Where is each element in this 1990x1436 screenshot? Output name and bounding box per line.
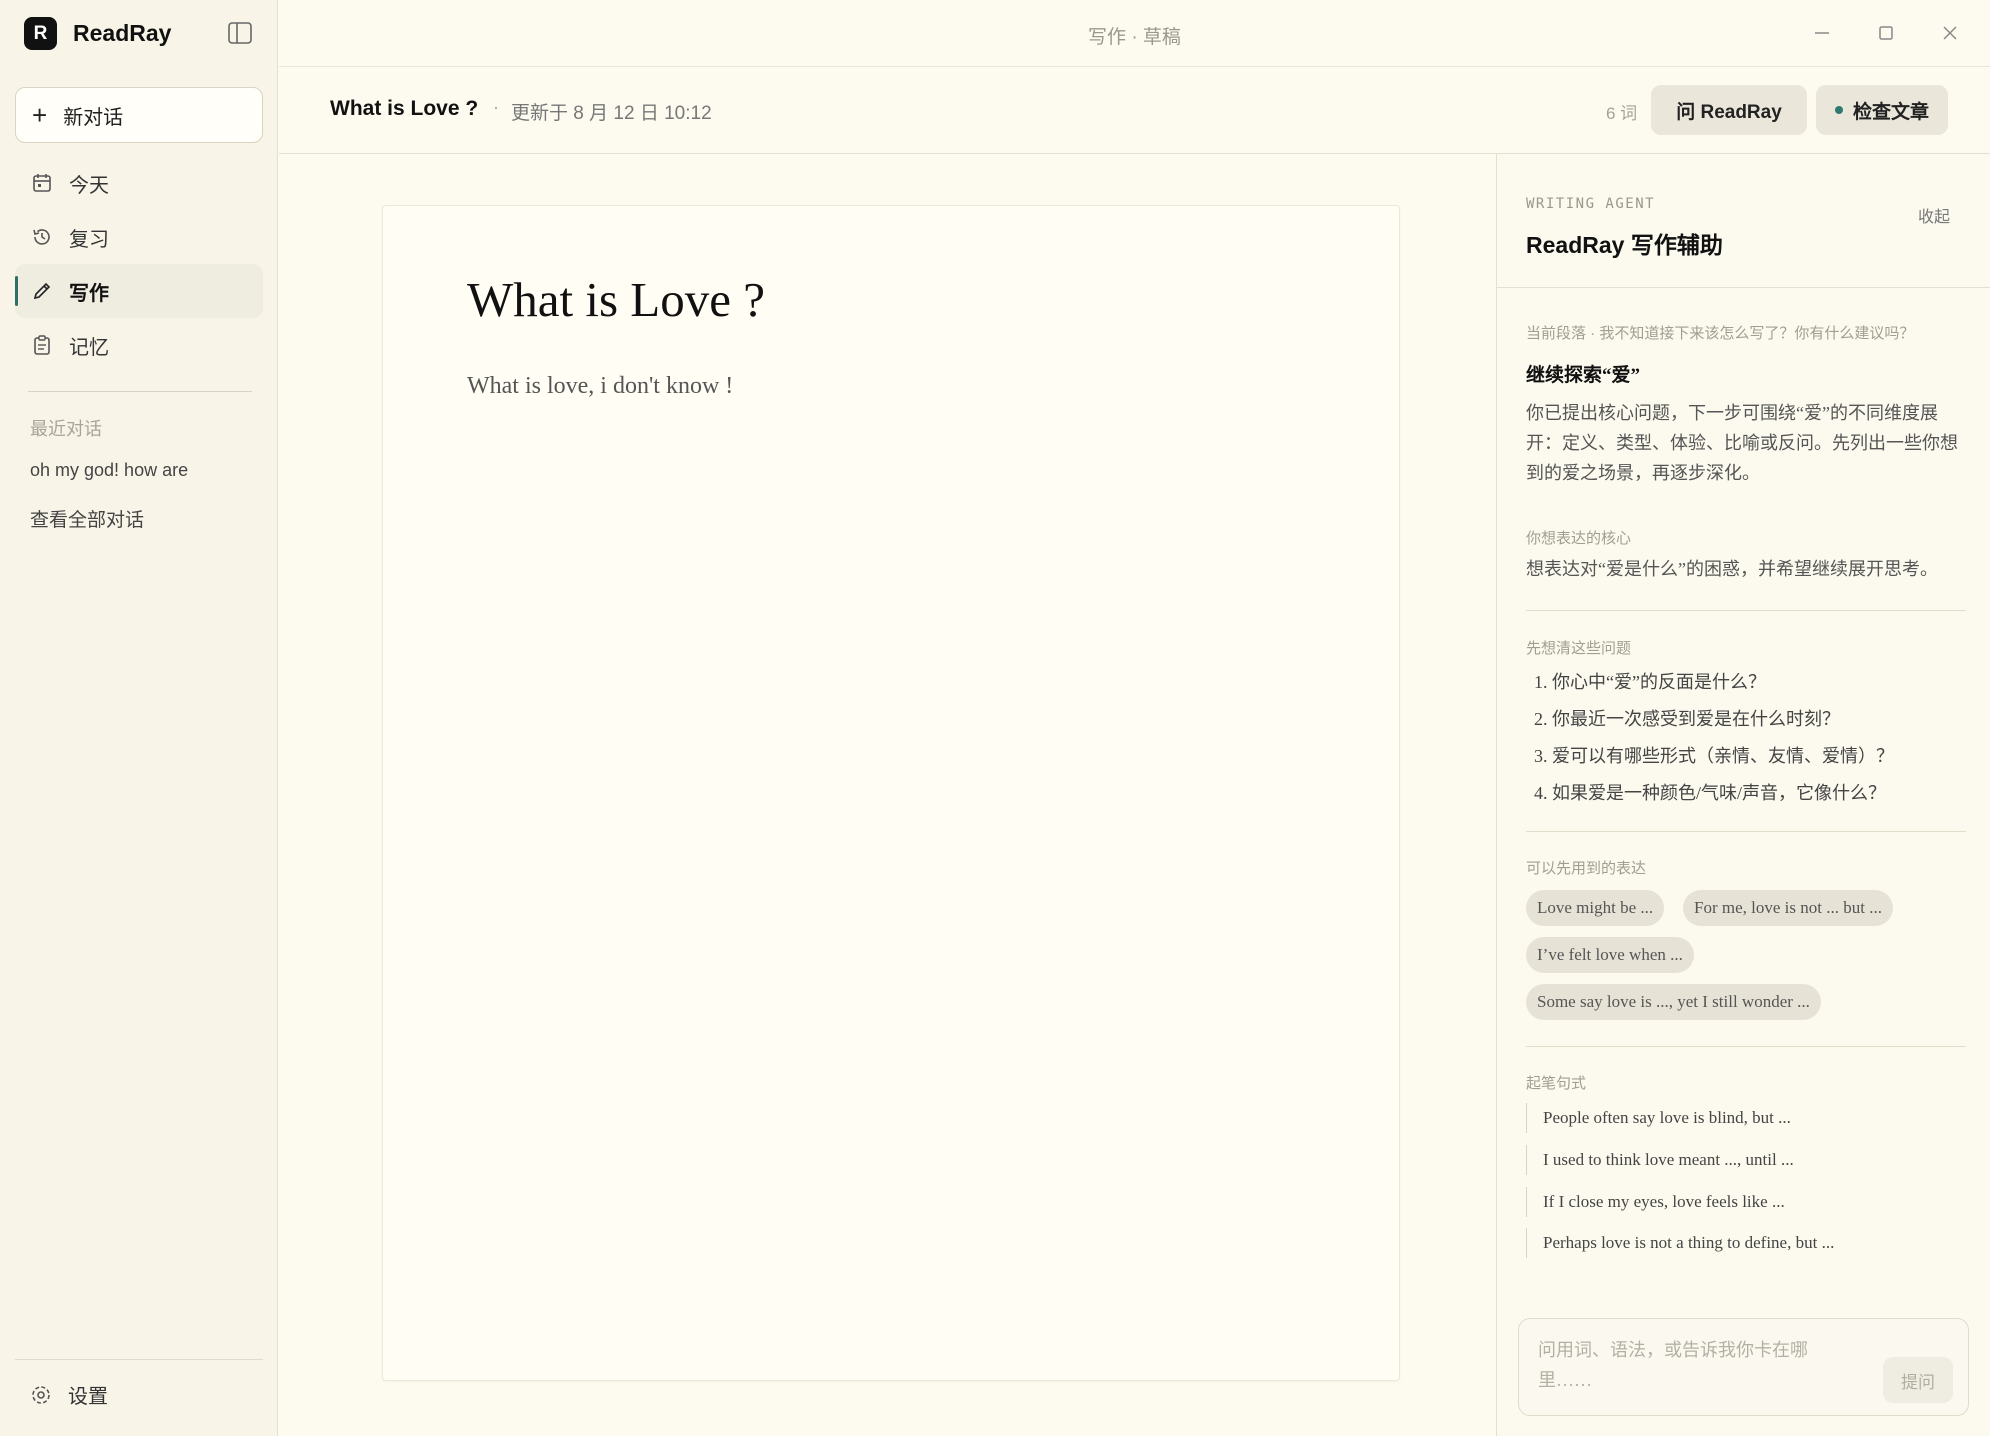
nav-label: 复习 [69,228,109,251]
app-name: ReadRay [73,20,172,46]
expression-chip[interactable]: I’ve felt love when ... [1526,937,1694,973]
expressions-label: 可以先用到的表达 [1526,860,1647,877]
last-updated: 更新于 8 月 12 日 10:12 [511,103,712,124]
editor-title[interactable]: What is Love ? [467,271,765,328]
starter-item[interactable]: If I close my eyes, love feels like ... [1526,1187,1785,1217]
expression-chip[interactable]: Some say love is ..., yet I still wonder… [1526,984,1821,1020]
check-article-label: 检查文章 [1852,101,1929,123]
nav-label: 记忆 [69,336,109,359]
nav-item-writing[interactable]: 写作 [15,264,263,318]
starter-item[interactable]: I used to think love meant ..., until ..… [1526,1145,1794,1175]
starter-item[interactable]: People often say love is blind, but ... [1526,1103,1791,1133]
sidebar: R ReadRay + 新对话 今天 复习 写作 记忆 最近对话 oh my g… [0,0,278,1436]
panel-divider [1526,831,1966,832]
view-all-chats-link[interactable]: 查看全部对话 [30,505,144,532]
close-icon[interactable] [1937,20,1963,46]
new-chat-label: 新对话 [63,106,124,129]
suggestion-heading: 继续探索“爱” [1526,365,1641,386]
clipboard-icon [31,334,53,356]
title-separator: · [493,97,499,117]
ask-input[interactable] [1536,1333,1850,1407]
settings-label: 设置 [68,1386,108,1408]
question-item: 2. 你最近一次感受到爱是在什么时刻？ [1534,709,1840,729]
ask-readray-button[interactable]: 问 ReadRay [1651,85,1807,135]
window-title: 写作 · 草稿 [1088,27,1181,48]
sidebar-toggle-icon[interactable] [228,22,252,44]
expression-chip[interactable]: Love might be ... [1526,890,1665,926]
maximize-icon[interactable] [1873,20,1899,46]
sidebar-divider [28,391,252,392]
core-text: 想表达对“爱是什么”的困惑，并希望继续展开思考。 [1526,559,1938,579]
app-window: R ReadRay + 新对话 今天 复习 写作 记忆 最近对话 oh my g… [0,0,1990,1436]
suggestion-line: 你已提出核心问题，下一步可围绕“爱”的不同维度展 [1526,403,1938,423]
settings-button[interactable]: 设置 [30,1380,108,1409]
ask-submit-button[interactable]: 提问 [1883,1357,1953,1403]
editor-body[interactable]: What is love, i don't know ! [467,373,733,400]
editor-area: What is Love ? What is love, i don't kno… [279,154,1497,1436]
question-item: 4. 如果爱是一种颜色/气味/声音，它像什么？ [1534,783,1887,803]
question-item: 3. 爱可以有哪些形式（亲情、友情、爱情）？ [1534,746,1894,766]
expression-chip[interactable]: For me, love is not ... but ... [1683,890,1893,926]
word-count: 6 词 [1606,104,1638,123]
suggestion-line: 到的爱之场景，再逐步深化。 [1526,463,1760,483]
brand: R ReadRay [24,17,171,50]
document-title: What is Love ? [330,97,479,120]
new-chat-button[interactable]: + 新对话 [15,87,263,143]
nav-label: 今天 [69,174,109,197]
status-dot-icon [1834,106,1843,114]
document-header: What is Love ? · 更新于 8 月 12 日 10:12 6 词 … [279,67,1990,154]
check-article-button[interactable]: 检查文章 [1816,85,1948,135]
history-icon [31,226,53,248]
writing-assistant-panel: WRITING AGENT ReadRay 写作辅助 收起 当前段落 · 我不知… [1496,154,1990,1436]
collapse-button[interactable]: 收起 [1918,203,1950,227]
calendar-icon [31,172,53,194]
starters-label: 起笔句式 [1526,1075,1587,1092]
editor-page[interactable]: What is Love ? What is love, i don't kno… [382,205,1400,1381]
suggestion-text: 你已提出核心问题，下一步可围绕“爱”的不同维度展 开：定义、类型、体验、比喻或反… [1526,398,1966,488]
app-logo: R [24,17,57,50]
nav-label: 写作 [69,282,109,305]
title-bar: 写作 · 草稿 [279,0,1990,67]
question-list: 1. 你心中“爱”的反面是什么？ 2. 你最近一次感受到爱是在什么时刻？ 3. … [1534,664,1894,812]
suggestion-line: 开：定义、类型、体验、比喻或反问。先列出一些你想 [1526,433,1958,453]
core-label: 你想表达的核心 [1526,530,1632,547]
agent-label: WRITING AGENT [1526,196,1656,212]
ask-box: 提问 [1518,1318,1969,1416]
pencil-icon [31,280,53,302]
panel-header: WRITING AGENT ReadRay 写作辅助 收起 [1497,154,1990,288]
questions-label: 先想清这些问题 [1526,640,1632,657]
sidebar-bottom-divider [15,1359,263,1360]
context-label: 当前段落 · 我不知道接下来该怎么写了？你有什么建议吗？ [1526,325,1915,342]
panel-divider [1526,1046,1966,1047]
minimize-icon[interactable] [1809,20,1835,46]
nav-item-review[interactable]: 复习 [15,210,263,264]
panel-title: ReadRay 写作辅助 [1526,232,1723,258]
nav-item-today[interactable]: 今天 [15,156,263,210]
gear-icon [32,1385,50,1404]
question-item: 1. 你心中“爱”的反面是什么？ [1534,672,1766,692]
starter-item[interactable]: Perhaps love is not a thing to define, b… [1526,1228,1834,1258]
panel-divider [1526,610,1966,611]
plus-icon: + [32,100,48,130]
nav-item-memory[interactable]: 记忆 [15,318,263,372]
recent-chats-label: 最近对话 [30,419,102,439]
recent-chat-item[interactable]: oh my god! how are [30,460,188,481]
